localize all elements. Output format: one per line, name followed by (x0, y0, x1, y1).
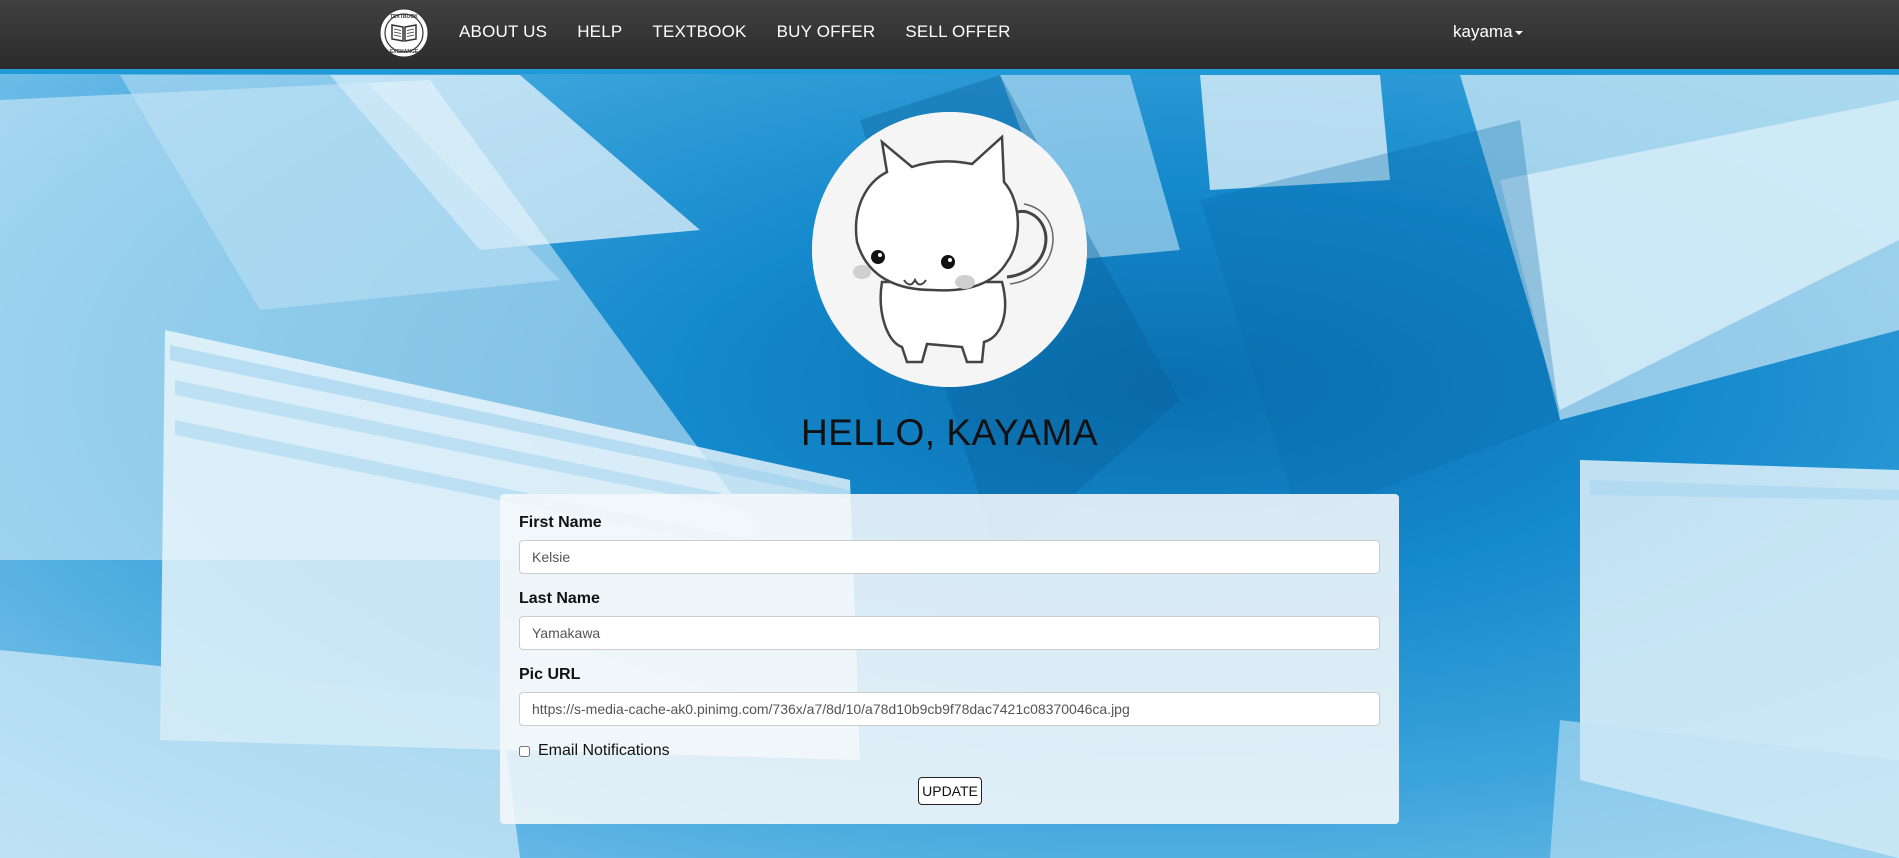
top-navbar: TEXTBOOK EXCHANGE ABOUT US HELP TEXTBOOK… (0, 0, 1899, 74)
textbook-exchange-logo[interactable]: TEXTBOOK EXCHANGE (378, 7, 430, 59)
pic-url-label: Pic URL (519, 666, 581, 683)
last-name-label: Last Name (519, 590, 600, 607)
email-notifications-label: Email Notifications (538, 742, 670, 759)
update-button[interactable]: UPDATE (918, 777, 982, 805)
nav-about-us[interactable]: ABOUT US (459, 22, 547, 42)
nav-textbook[interactable]: TEXTBOOK (652, 22, 746, 42)
first-name-label: First Name (519, 514, 602, 531)
page-title: HELLO, KAYAMA (800, 412, 1099, 453)
logo-bottom-text: EXCHANGE (390, 49, 419, 55)
nav-sell-offer[interactable]: SELL OFFER (905, 22, 1010, 42)
username-label: kayama (1453, 22, 1513, 41)
pic-url-input[interactable] (519, 692, 1380, 726)
first-name-input[interactable] (519, 540, 1380, 574)
logo-top-text: TEXTBOOK (390, 14, 418, 20)
profile-avatar (812, 112, 1087, 387)
nav-help[interactable]: HELP (577, 22, 622, 42)
email-notifications-row: Email Notifications (519, 742, 670, 760)
user-menu-dropdown[interactable]: kayama (1453, 0, 1523, 64)
nav-links: ABOUT US HELP TEXTBOOK BUY OFFER SELL OF… (459, 0, 1041, 64)
profile-form: First Name Last Name Pic URL Email Notif… (500, 494, 1399, 824)
email-notifications-checkbox[interactable] (519, 745, 530, 757)
nav-buy-offer[interactable]: BUY OFFER (777, 22, 876, 42)
last-name-input[interactable] (519, 616, 1380, 650)
caret-down-icon (1514, 31, 1523, 35)
